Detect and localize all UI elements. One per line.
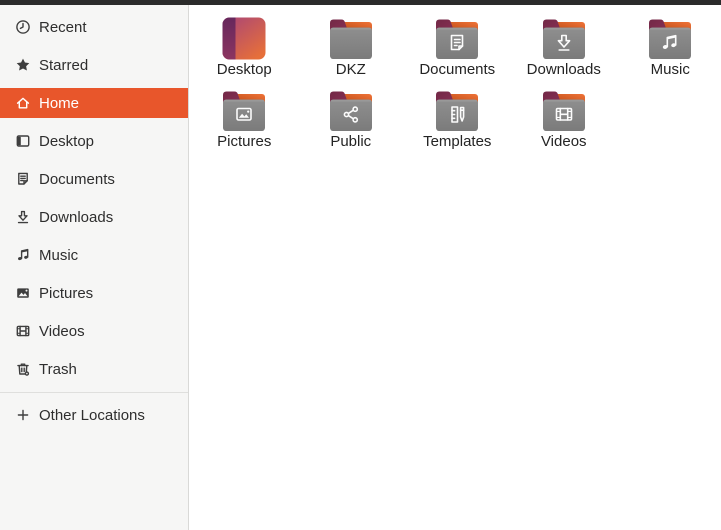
- sidebar-item-documents[interactable]: Documents: [0, 164, 188, 194]
- folder-documents-icon: [436, 19, 479, 59]
- sidebar-item-other-locations[interactable]: Other Locations: [0, 400, 188, 430]
- sidebar-label: Trash: [39, 360, 77, 378]
- download-arrow-icon: [15, 209, 31, 225]
- file-name: Music: [650, 61, 690, 78]
- sidebar-item-music[interactable]: Music: [0, 240, 188, 270]
- files-window: Recent Starred Home Desktop Documents Do…: [0, 0, 721, 530]
- sidebar-label: Videos: [39, 322, 85, 340]
- file-item-documents[interactable]: Documents: [404, 6, 511, 78]
- file-name: DKZ: [335, 61, 366, 78]
- sidebar-item-recent[interactable]: Recent: [0, 12, 188, 42]
- folder-icon: [329, 19, 372, 59]
- star-icon: [15, 57, 31, 73]
- sidebar-item-videos[interactable]: Videos: [0, 316, 188, 346]
- file-name: Downloads: [526, 61, 601, 78]
- file-name: Public: [330, 133, 372, 150]
- home-icon: [15, 95, 31, 111]
- file-item-pictures[interactable]: Pictures: [191, 78, 298, 150]
- sidebar-label: Home: [39, 94, 80, 112]
- sidebar-separator: [0, 392, 188, 393]
- file-item-public[interactable]: Public: [298, 78, 405, 150]
- sidebar-label: Starred: [39, 56, 89, 74]
- file-item-desktop[interactable]: Desktop: [191, 6, 298, 78]
- sidebar-label: Recent: [39, 18, 87, 36]
- file-name: Templates: [423, 133, 492, 150]
- file-item-downloads[interactable]: Downloads: [511, 6, 618, 78]
- file-item-videos[interactable]: Videos: [511, 78, 618, 150]
- file-item-music[interactable]: Music: [617, 6, 721, 78]
- icon-grid: Desktop DKZ Documents Downloads Music Pi…: [191, 6, 721, 150]
- file-name: Desktop: [216, 61, 272, 78]
- file-item-dkz[interactable]: DKZ: [298, 6, 405, 78]
- document-icon: [15, 171, 31, 187]
- folder-videos-icon: [542, 91, 585, 131]
- file-name: Videos: [540, 133, 587, 150]
- sidebar-label: Documents: [39, 170, 115, 188]
- folder-downloads-icon: [542, 19, 585, 59]
- sidebar-item-desktop[interactable]: Desktop: [0, 126, 188, 156]
- places-list: Recent Starred Home Desktop Documents Do…: [0, 5, 188, 430]
- sidebar-item-trash[interactable]: Trash: [0, 354, 188, 384]
- folder-templates-icon: [436, 91, 479, 131]
- folder-share-icon: [329, 91, 372, 131]
- sidebar-item-downloads[interactable]: Downloads: [0, 202, 188, 232]
- sidebar-label: Music: [39, 246, 79, 264]
- folder-pictures-icon: [223, 91, 266, 131]
- sidebar-item-starred[interactable]: Starred: [0, 50, 188, 80]
- trash-icon: [15, 361, 31, 377]
- sidebar-label: Other Locations: [39, 406, 145, 424]
- music-note-icon: [15, 247, 31, 263]
- file-name: Documents: [419, 61, 496, 78]
- plus-icon: [15, 407, 31, 423]
- desktop-panel-icon: [15, 133, 31, 149]
- clock-icon: [15, 19, 31, 35]
- places-sidebar: Recent Starred Home Desktop Documents Do…: [0, 5, 189, 530]
- file-item-templates[interactable]: Templates: [404, 78, 511, 150]
- photo-icon: [15, 285, 31, 301]
- desktop-gradient-folder-icon: [222, 17, 266, 60]
- sidebar-item-pictures[interactable]: Pictures: [0, 278, 188, 308]
- sidebar-label: Pictures: [39, 284, 94, 302]
- sidebar-label: Desktop: [39, 132, 95, 150]
- folder-music-icon: [649, 19, 692, 59]
- sidebar-label: Downloads: [39, 208, 114, 226]
- sidebar-item-home[interactable]: Home: [0, 88, 188, 118]
- film-icon: [15, 323, 31, 339]
- file-browser-pane: Desktop DKZ Documents Downloads Music Pi…: [189, 5, 721, 530]
- file-name: Pictures: [217, 133, 272, 150]
